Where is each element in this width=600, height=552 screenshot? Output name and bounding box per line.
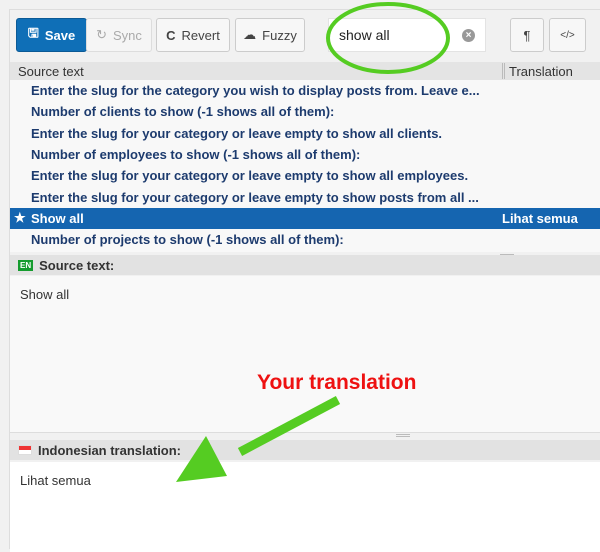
annotation-text: Your translation: [257, 371, 417, 394]
highlight-ellipse: [326, 2, 450, 74]
arrow-head: [176, 436, 227, 482]
annotation-overlay: [176, 2, 450, 482]
arrow-shaft: [237, 396, 341, 456]
